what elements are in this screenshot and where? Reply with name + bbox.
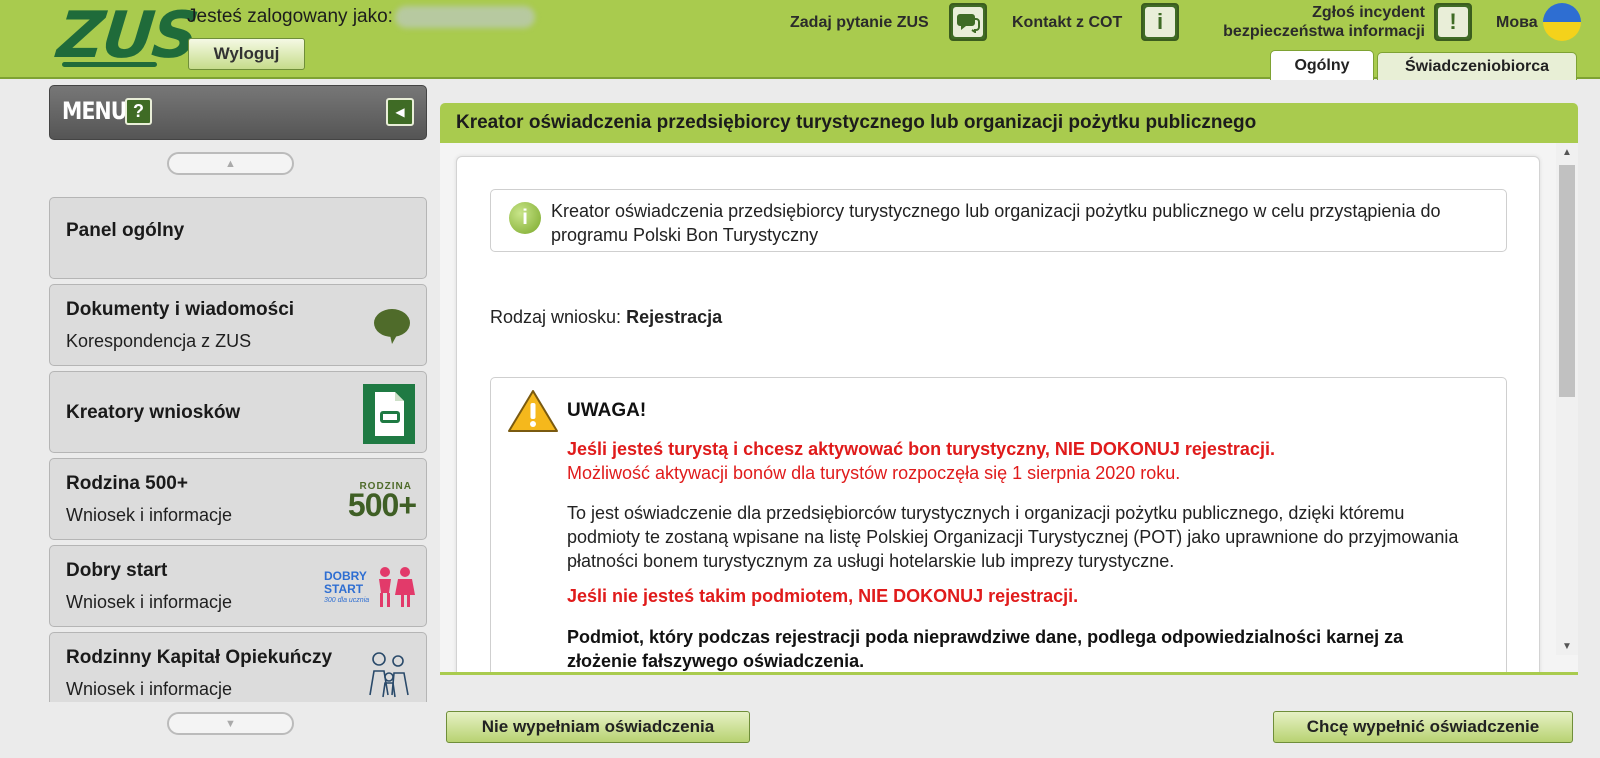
main-scrollbar[interactable]: ▲ ▼ (1556, 143, 1578, 655)
warning-red-bold-text-2: Jeśli nie jesteś takim podmiotem, NIE DO… (567, 586, 1079, 606)
main-panel-body: i Kreator oświadczenia przedsiębiorcy tu… (440, 143, 1578, 675)
page-title: Kreator oświadczenia przedsiębiorcy tury… (456, 112, 1257, 133)
sidebar-item-title: Dokumenty i wiadomości (66, 299, 295, 320)
scroll-up-arrow-icon[interactable]: ▲ (1556, 143, 1578, 161)
sidebar-item-dokumenty[interactable]: Dokumenty i wiadomości Korespondencja z … (49, 284, 427, 366)
rodzina-logo-big-text: 500+ (347, 487, 417, 523)
triangle-down-icon: ▼ (225, 717, 236, 730)
info-circle-icon: i (509, 202, 541, 234)
chat-icon-button[interactable] (949, 3, 987, 41)
menu-help-button[interactable]: ? (125, 98, 152, 125)
main-panel-header: Kreator oświadczenia przedsiębiorcy tury… (440, 103, 1578, 143)
sidebar-item-title: Rodzinny Kapitał Opiekuńczy (66, 647, 333, 668)
fill-statement-button[interactable]: Chcę wypełnić oświadczenie (1273, 711, 1573, 743)
exclamation-icon: ! (1438, 7, 1468, 37)
family-icon (364, 651, 414, 702)
triangle-left-icon: ◀ (395, 105, 405, 119)
warning-red-text: Możliwość aktywacji bonów dla turystów r… (567, 463, 1181, 483)
sidebar-item-rodzina-500[interactable]: Rodzina 500+ Wniosek i informacje RODZIN… (49, 458, 427, 540)
incident-label-line2: bezpieczeństwa informacji (1223, 23, 1425, 40)
scroll-thumb[interactable] (1559, 165, 1575, 397)
sidebar-item-title: Kreatory wniosków (66, 402, 241, 423)
info-text: Kreator oświadczenia przedsiębiorcy tury… (551, 201, 1441, 245)
warning-bold-text: Podmiot, który podczas rejestracji poda … (567, 627, 1404, 671)
request-type: Rodzaj wniosku: Rejestracja (490, 307, 722, 328)
sidebar-item-dobry-start[interactable]: Dobry start Wniosek i informacje DOBRY S… (49, 545, 427, 627)
info-square-icon: i (1145, 7, 1175, 37)
content-card: i Kreator oświadczenia przedsiębiorcy tu… (456, 156, 1540, 672)
zus-logo[interactable]: ZUS (54, 0, 200, 73)
sidebar-item-panel-ogolny[interactable]: Panel ogólny (49, 197, 427, 279)
sidebar-item-subtitle: Korespondencja z ZUS (66, 331, 252, 351)
warning-box: UWAGA! Jeśli jesteś turystą i chcesz akt… (490, 377, 1507, 672)
triangle-up-icon: ▲ (225, 157, 236, 170)
zus-logo-underline (62, 62, 157, 67)
sidebar-item-subtitle: Wniosek i informacje (66, 592, 233, 612)
request-type-value: Rejestracja (626, 307, 723, 327)
menu-bar: MENU ? ◀ (49, 85, 427, 140)
rodzina-500-logo: RODZINA 500+ (326, 481, 417, 523)
tab-ogolny[interactable]: Ogólny (1270, 50, 1374, 80)
blurred-username (395, 6, 535, 28)
menu-collapse-button[interactable]: ◀ (386, 98, 414, 126)
sidebar-item-subtitle: Wniosek i informacje (66, 679, 233, 699)
warning-description: To jest oświadczenie dla przedsiębiorców… (567, 503, 1459, 571)
dobry-start-logo-text-1: DOBRY (324, 569, 367, 583)
scroll-down-arrow-icon[interactable]: ▼ (1556, 637, 1578, 655)
dobry-start-logo-text-2: START (324, 582, 364, 596)
warning-title: UWAGA! (567, 400, 647, 421)
language-link[interactable]: Мова (1496, 13, 1538, 32)
incident-icon-button[interactable]: ! (1434, 3, 1472, 41)
menu-title: MENU (62, 97, 127, 125)
tab-swiadczeniobiorca[interactable]: Świadczeniobiorca (1377, 52, 1577, 80)
sidebar-item-title: Panel ogólny (66, 220, 185, 241)
chat-icon (953, 7, 983, 37)
document-icon (363, 384, 415, 449)
top-header: ZUS Jesteś zalogowany jako: Wyloguj Zada… (0, 0, 1600, 80)
contact-cot-icon-button[interactable]: i (1141, 3, 1179, 41)
warning-red-bold-text: Jeśli jesteś turystą i chcesz aktywować … (567, 439, 1275, 459)
dobry-start-logo: DOBRY START 300 dla ucznia (324, 566, 416, 612)
warning-triangle-icon (507, 388, 559, 439)
contact-cot-link[interactable]: Kontakt z COT (1012, 13, 1122, 32)
sidebar-item-rodzinny-kapital[interactable]: Rodzinny Kapitał Opiekuńczy Wniosek i in… (49, 632, 427, 702)
speech-bubble-icon (372, 307, 412, 350)
logged-in-label: Jesteś zalogowany jako: (187, 6, 393, 27)
sidebar-scroll-down-button[interactable]: ▼ (167, 712, 294, 735)
sidebar-scroll-up-button[interactable]: ▲ (167, 152, 294, 175)
info-box: i Kreator oświadczenia przedsiębiorcy tu… (490, 189, 1507, 252)
request-type-label: Rodzaj wniosku: (490, 307, 622, 327)
sidebar-item-subtitle: Wniosek i informacje (66, 505, 233, 525)
logout-button[interactable]: Wyloguj (188, 38, 305, 70)
ukraine-flag-icon[interactable] (1543, 3, 1581, 41)
sidebar-item-title: Rodzina 500+ (66, 473, 188, 494)
decline-statement-button[interactable]: Nie wypełniam oświadczenia (446, 711, 750, 743)
sidebar-item-kreatory[interactable]: Kreatory wniosków (49, 371, 427, 453)
ask-zus-link[interactable]: Zadaj pytanie ZUS (790, 13, 929, 32)
children-icon (379, 567, 415, 607)
incident-link[interactable]: Zgłoś incydent bezpieczeństwa informacji (1203, 3, 1425, 41)
sidebar-item-title: Dobry start (66, 560, 168, 581)
dobry-start-logo-text-3: 300 dla ucznia (324, 597, 370, 604)
incident-label-line1: Zgłoś incydent (1312, 4, 1425, 21)
